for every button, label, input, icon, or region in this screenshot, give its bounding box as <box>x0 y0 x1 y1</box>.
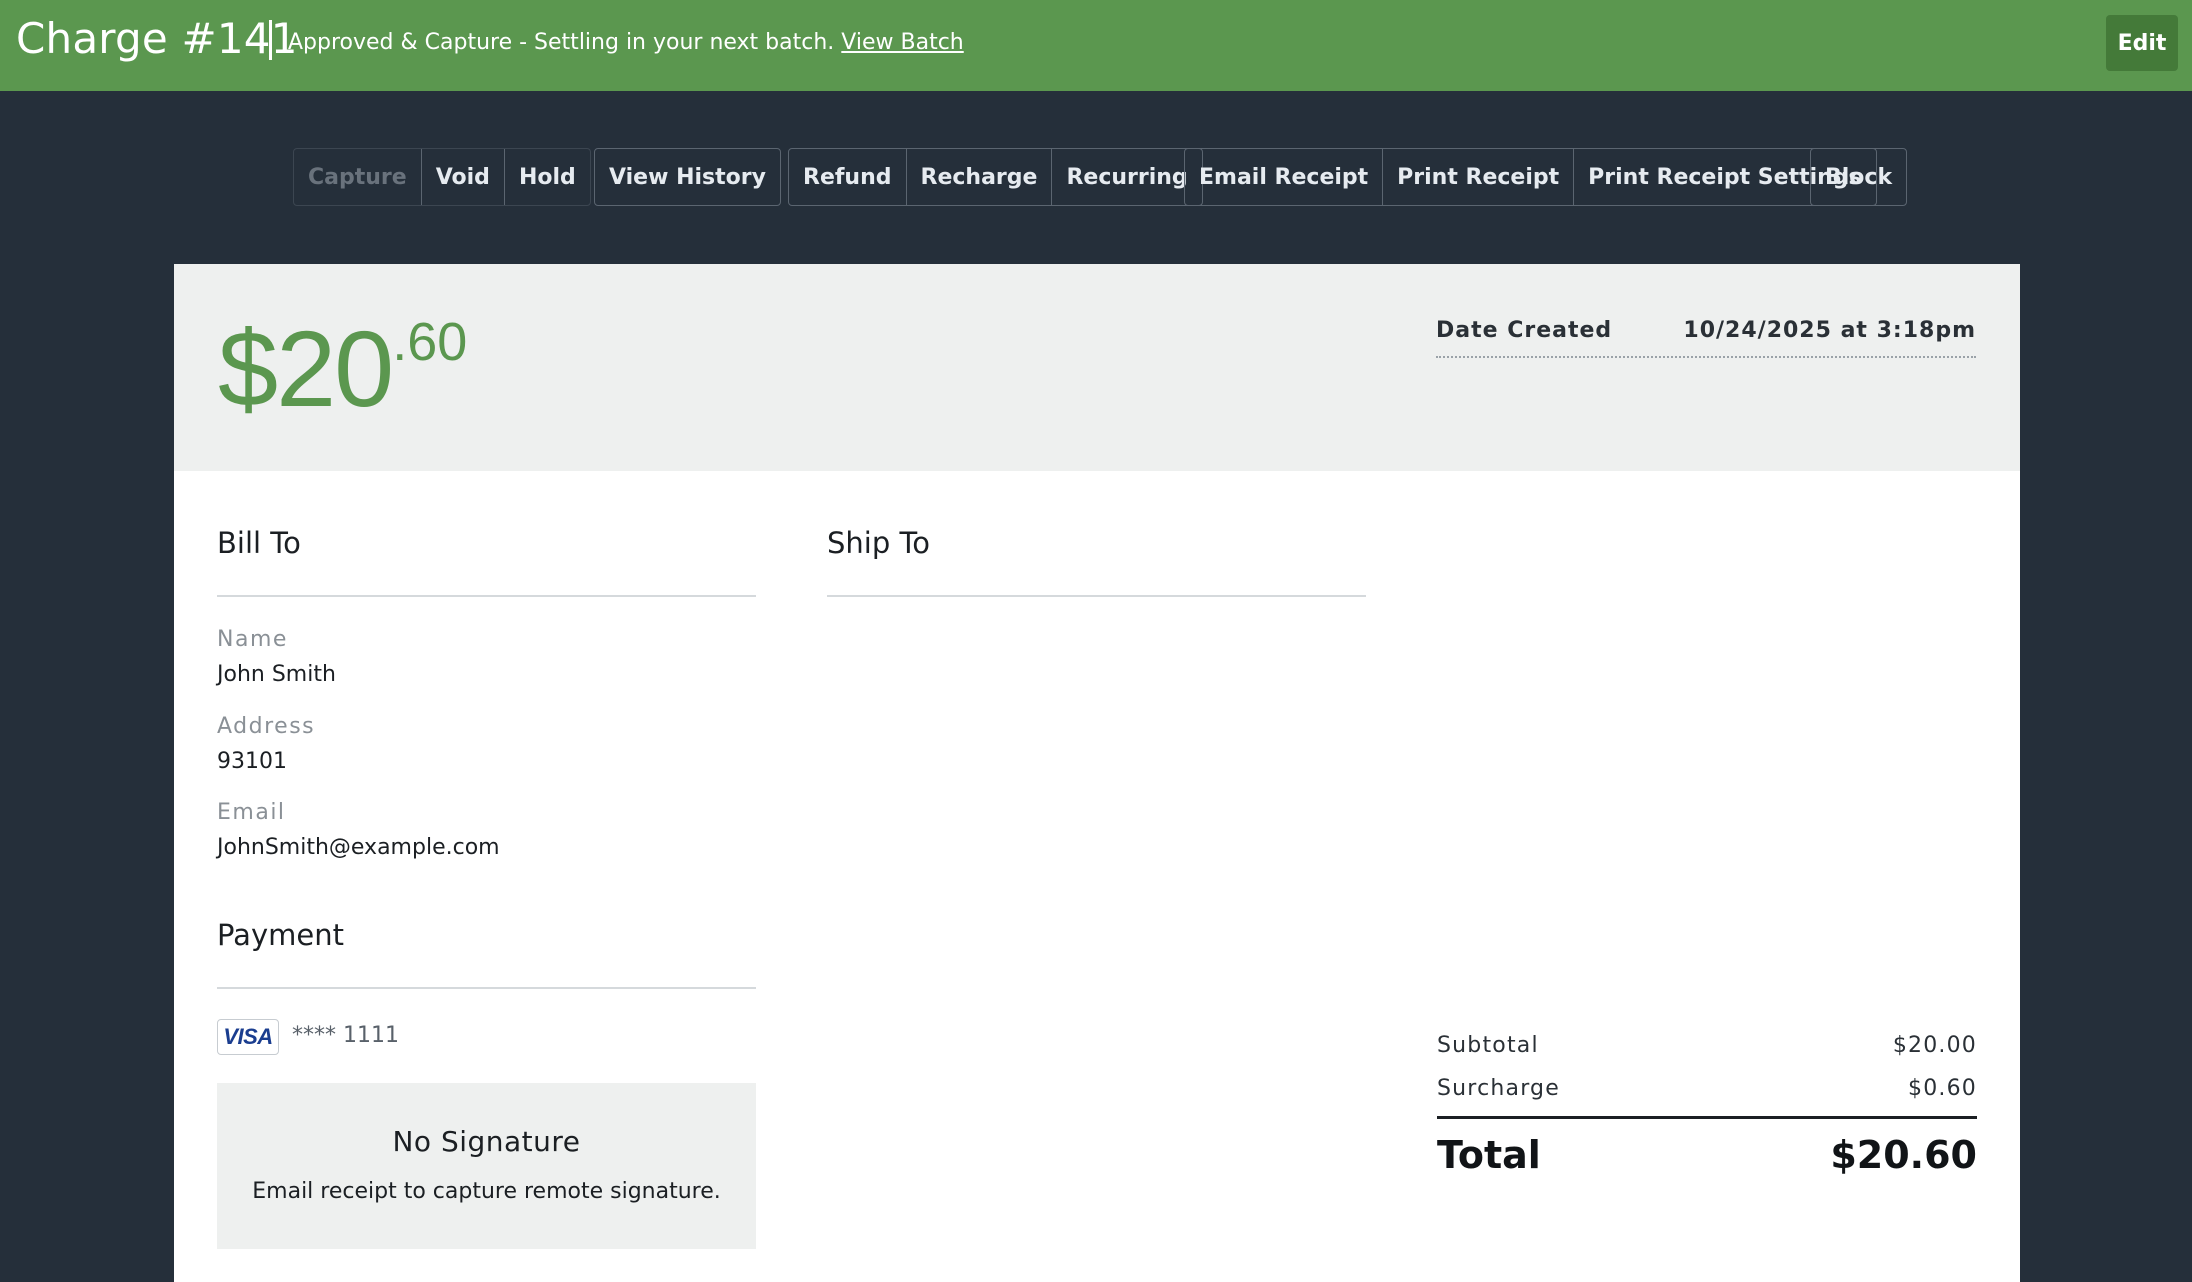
payment-heading: Payment <box>217 918 344 952</box>
email-value: JohnSmith@example.com <box>217 835 500 860</box>
print-receipt-button[interactable]: Print Receipt <box>1383 149 1575 205</box>
total-row: Total $20.60 <box>1437 1133 1977 1177</box>
ship-to-divider <box>827 595 1366 597</box>
surcharge-label: Surcharge <box>1437 1076 1560 1101</box>
receipt-button-group: Email Receipt Print Receipt Print Receip… <box>1184 148 1877 206</box>
payment-divider <box>217 987 756 989</box>
edit-button[interactable]: Edit <box>2106 15 2178 71</box>
block-button-group: Block <box>1810 148 1908 206</box>
subtotal-label: Subtotal <box>1437 1033 1539 1058</box>
surcharge-value: $0.60 <box>1908 1076 1977 1101</box>
date-created-label: Date Created <box>1436 318 1613 343</box>
name-label: Name <box>217 627 288 652</box>
signature-hint: Email receipt to capture remote signatur… <box>252 1179 721 1204</box>
total-divider <box>1437 1116 1977 1119</box>
view-history-button[interactable]: View History <box>595 149 780 205</box>
date-created-value: 10/24/2025 at 3:18pm <box>1683 318 1976 343</box>
charge-amount: $20.60 <box>218 304 467 434</box>
ship-to-heading: Ship To <box>827 526 931 560</box>
total-label: Total <box>1437 1133 1541 1177</box>
email-receipt-button[interactable]: Email Receipt <box>1185 149 1384 205</box>
action-toolbar: Capture Void Hold View History Refund Re… <box>0 148 2192 206</box>
status-message: Approved & Capture - Settling in your ne… <box>288 29 964 57</box>
subtotal-row: Subtotal $20.00 <box>1437 1024 1977 1067</box>
name-value: John Smith <box>217 662 336 687</box>
recharge-button[interactable]: Recharge <box>907 149 1053 205</box>
signature-box: No Signature Email receipt to capture re… <box>217 1083 756 1249</box>
total-value: $20.60 <box>1830 1133 1977 1177</box>
amount-cents: .60 <box>392 312 468 372</box>
status-text: Approved & Capture - Settling in your ne… <box>288 30 835 55</box>
header-bar: Charge #141 Approved & Capture - Settlin… <box>0 0 2192 91</box>
signature-title: No Signature <box>392 1125 581 1158</box>
address-value: 93101 <box>217 749 287 774</box>
bill-to-heading: Bill To <box>217 526 301 560</box>
refund-button[interactable]: Refund <box>789 149 907 205</box>
subtotal-value: $20.00 <box>1892 1033 1977 1058</box>
void-button[interactable]: Void <box>422 149 505 205</box>
capture-button[interactable]: Capture <box>294 149 422 205</box>
card-number-masked: **** 1111 <box>292 1023 399 1048</box>
amount-dollars: $20 <box>218 308 394 429</box>
bill-to-divider <box>217 595 756 597</box>
recurring-button[interactable]: Recurring <box>1052 149 1201 205</box>
history-button-group: View History <box>594 148 781 206</box>
charge-detail-card: $20.60 Date Created 10/24/2025 at 3:18pm… <box>174 264 2020 1282</box>
email-label: Email <box>217 800 286 825</box>
refund-button-group: Refund Recharge Recurring <box>788 148 1203 206</box>
view-batch-link[interactable]: View Batch <box>841 30 963 55</box>
charge-summary: $20.60 Date Created 10/24/2025 at 3:18pm <box>174 264 2020 471</box>
page-title: Charge #141 <box>16 14 298 63</box>
date-created-row: Date Created 10/24/2025 at 3:18pm <box>1436 318 1976 358</box>
block-button[interactable]: Block <box>1811 149 1906 205</box>
surcharge-row: Surcharge $0.60 <box>1437 1067 1977 1110</box>
totals-summary: Subtotal $20.00 Surcharge $0.60 Total $2… <box>1437 1024 1977 1177</box>
capture-button-group: Capture Void Hold <box>293 148 591 206</box>
title-divider <box>269 20 272 60</box>
visa-card-icon: VISA <box>217 1019 279 1055</box>
hold-button[interactable]: Hold <box>505 149 590 205</box>
address-label: Address <box>217 714 316 739</box>
